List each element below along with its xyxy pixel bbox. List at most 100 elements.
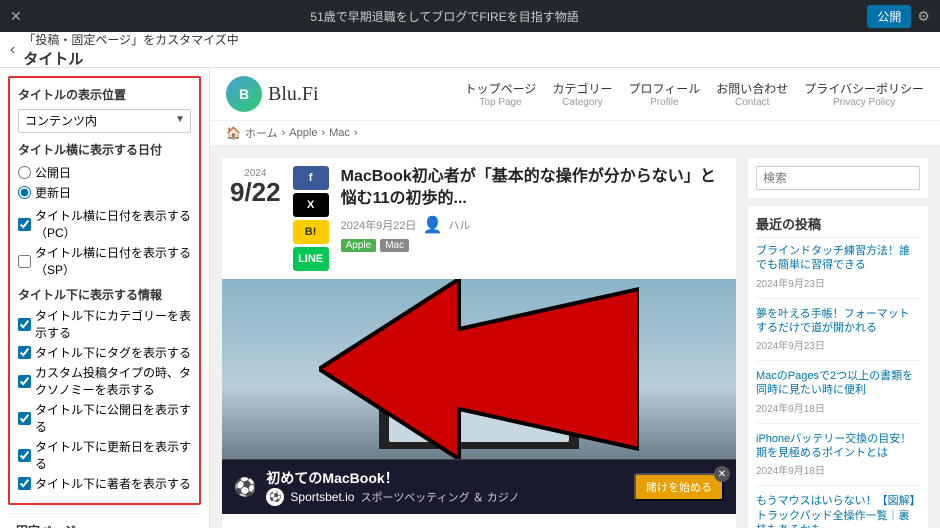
fixed-page-label: 固定ページ: [16, 522, 193, 528]
checkbox-tag[interactable]: [18, 346, 31, 359]
tag-mac[interactable]: Mac: [380, 239, 409, 252]
radio-updated[interactable]: [18, 186, 31, 199]
site-nav: トップページ Top Page カテゴリー Category プロフィール Pr…: [465, 80, 924, 108]
list-item: MacのPagesで2つ以上の書類を同時に見たい時に便利 2024年9月18日: [756, 369, 920, 424]
site-logo-area: B Blu.Fi: [226, 76, 319, 112]
breadcrumb-apple[interactable]: Apple: [289, 127, 317, 139]
below-title-label: タイトル下に表示する情報: [18, 286, 191, 303]
checkbox-category-label[interactable]: タイトル下にカテゴリーを表示する: [18, 307, 191, 341]
title-position-select-wrap: コンテンツ内 ヘッダー内 非表示: [18, 109, 191, 133]
post-date-1: 2024年9月23日: [756, 337, 920, 352]
title-position-section: タイトルの表示位置 コンテンツ内 ヘッダー内 非表示 タイトル横に表示する日付 …: [8, 76, 201, 505]
ad-brand: Sportsbet.io: [290, 490, 354, 504]
twitter-button[interactable]: X: [293, 193, 329, 217]
recent-posts-section: 最近の投稿 ブラインドタッチ練習方法！誰でも簡単に習得できる 2024年9月23…: [748, 206, 928, 528]
sidebar-search-area: [748, 158, 928, 198]
checkbox-update-date-label[interactable]: タイトル下に更新日を表示する: [18, 438, 191, 472]
checkbox-date-pc[interactable]: [18, 218, 31, 231]
list-item: ブラインドタッチ練習方法！誰でも簡単に習得できる 2024年9月23日: [756, 244, 920, 299]
post-title-1[interactable]: 夢を叶える手帳！フォーマットするだけで道が開かれる: [756, 307, 920, 336]
checkbox-publish-date-label[interactable]: タイトル下に公開日を表示する: [18, 401, 191, 435]
main-layout: タイトルの表示位置 コンテンツ内 ヘッダー内 非表示 タイトル横に表示する日付 …: [0, 68, 940, 528]
site-logo-icon: B: [226, 76, 262, 112]
site-header: B Blu.Fi トップページ Top Page カテゴリー Category …: [210, 68, 940, 121]
sidebar: 最近の投稿 ブラインドタッチ練習方法！誰でも簡単に習得できる 2024年9月23…: [748, 158, 928, 528]
article-image-placeholder: [222, 279, 736, 459]
nav-profile[interactable]: プロフィール Profile: [628, 80, 700, 108]
top-bar: ✕ 51歳で早期退職をしてブログでFIREを目指す物語 公開 ⚙: [0, 0, 940, 32]
gear-icon[interactable]: ⚙: [917, 8, 930, 25]
tag-apple[interactable]: Apple: [341, 239, 377, 252]
top-bar-left: ✕: [10, 8, 22, 25]
nav-category[interactable]: カテゴリー Category: [552, 80, 612, 108]
left-panel: タイトルの表示位置 コンテンツ内 ヘッダー内 非表示 タイトル横に表示する日付 …: [0, 68, 210, 528]
home-icon: 🏠: [226, 126, 241, 140]
date-display-label: タイトル横に表示する日付: [18, 141, 191, 158]
post-date-2: 2024年9月18日: [756, 400, 920, 415]
checkbox-author[interactable]: [18, 477, 31, 490]
list-item: 夢を叶える手帳！フォーマットするだけで道が開かれる 2024年9月23日: [756, 307, 920, 362]
search-input[interactable]: [756, 166, 920, 190]
radio-published-label[interactable]: 公開日: [18, 164, 191, 181]
article-meta: 2024年9月22日 👤 ハル: [341, 215, 728, 235]
article-image-area: [222, 279, 736, 459]
back-arrow-icon[interactable]: ‹: [10, 41, 15, 59]
list-item: iPhoneバッテリー交換の目安！期を見極めるポイントとは 2024年9月18日: [756, 432, 920, 487]
breadcrumb-mac[interactable]: Mac: [329, 127, 350, 139]
checkbox-tag-label[interactable]: タイトル下にタグを表示する: [18, 344, 191, 361]
radio-updated-label[interactable]: 更新日: [18, 184, 191, 201]
top-bar-center-text: 51歳で早期退職をしてブログでFIREを目指す物語: [310, 8, 578, 25]
publish-button[interactable]: 公開: [867, 5, 911, 28]
list-item: もうマウスはいらない！【図解】トラックパッド全操作一覧｜裏技もあるかも 2024…: [756, 494, 920, 528]
checkbox-custom-post[interactable]: [18, 375, 31, 388]
right-content: B Blu.Fi トップページ Top Page カテゴリー Category …: [210, 68, 940, 528]
facebook-button[interactable]: f: [293, 166, 329, 190]
panel-title: タイトル: [23, 48, 238, 69]
line-button[interactable]: LINE: [293, 247, 329, 271]
title-position-select[interactable]: コンテンツ内 ヘッダー内 非表示: [18, 109, 191, 133]
ad-banner: ⚽ 初めてのMacBook！ ⚽ Sportsbet.io スポーツベッティング…: [222, 459, 736, 514]
nav-privacy[interactable]: プライバシーポリシー Privacy Policy: [804, 80, 924, 108]
checkbox-date-sp-label[interactable]: タイトル横に日付を表示する（SP）: [18, 244, 191, 278]
second-bar: ‹ 「投稿・固定ページ」をカスタマイズ中 タイトル: [0, 32, 940, 68]
checkbox-date-sp[interactable]: [18, 255, 31, 268]
nav-top-page[interactable]: トップページ Top Page: [465, 80, 537, 108]
post-title-3[interactable]: iPhoneバッテリー交換の目安！期を見極めるポイントとは: [756, 432, 920, 461]
article-date-text: 2024年9月22日: [341, 217, 417, 233]
ad-start-button[interactable]: 賭けを始める: [634, 473, 724, 501]
radio-published[interactable]: [18, 166, 31, 179]
post-date-3: 2024年9月18日: [756, 462, 920, 477]
article-title-block: MacBook初心者が「基本的な操作が分からない」と悩む11の初歩的... 20…: [333, 158, 736, 279]
breadcrumb-home[interactable]: ホーム: [245, 125, 278, 141]
article-main: 2024 9/22 f X B! LINE MacBook初心者が「基本的な操作…: [222, 158, 736, 528]
checkbox-author-label[interactable]: タイトル下に著者を表示する: [18, 475, 191, 492]
bookmark-button[interactable]: B!: [293, 220, 329, 244]
fixed-page-section: 固定ページ コントロールを非表示: [8, 513, 201, 528]
ad-text-block: 初めてのMacBook！ ⚽ Sportsbet.io スポーツベッティング ＆…: [266, 468, 624, 506]
checkbox-publish-date[interactable]: [18, 412, 31, 425]
checkbox-date-pc-label[interactable]: タイトル横に日付を表示する（PC）: [18, 207, 191, 241]
article-date: 2024 9/22: [222, 158, 289, 279]
customize-link-text[interactable]: 「投稿・固定ページ」をカスタマイズ中: [23, 31, 238, 48]
nav-contact[interactable]: お問い合わせ Contact: [716, 80, 788, 108]
social-buttons: f X B! LINE: [289, 158, 333, 279]
checkbox-update-date[interactable]: [18, 449, 31, 462]
checkbox-custom-post-label[interactable]: カスタム投稿タイプの時、タクソノミーを表示する: [18, 364, 191, 398]
ad-close-button[interactable]: ✕: [714, 466, 730, 482]
article-day: 9/22: [230, 179, 281, 205]
recent-posts-title: 最近の投稿: [756, 214, 920, 238]
ad-title: 初めてのMacBook！: [266, 468, 624, 488]
ad-logo-icon: ⚽: [234, 477, 256, 498]
post-title-2[interactable]: MacのPagesで2つ以上の書類を同時に見たい時に便利: [756, 369, 920, 398]
close-icon[interactable]: ✕: [10, 8, 22, 25]
post-title-4[interactable]: もうマウスはいらない！【図解】トラックパッド全操作一覧｜裏技もあるかも: [756, 494, 920, 528]
date-radio-group: 公開日 更新日: [18, 164, 191, 201]
article-title: MacBook初心者が「基本的な操作が分からない」と悩む11の初歩的...: [341, 166, 728, 211]
sportsbet-logo-icon: ⚽: [266, 488, 284, 506]
article-area: 2024 9/22 f X B! LINE MacBook初心者が「基本的な操作…: [210, 146, 940, 528]
site-logo-text: Blu.Fi: [268, 83, 319, 106]
title-position-label: タイトルの表示位置: [18, 86, 191, 103]
post-title-0[interactable]: ブラインドタッチ練習方法！誰でも簡単に習得できる: [756, 244, 920, 273]
checkbox-category[interactable]: [18, 318, 31, 331]
article-tags: Apple Mac: [341, 239, 728, 252]
